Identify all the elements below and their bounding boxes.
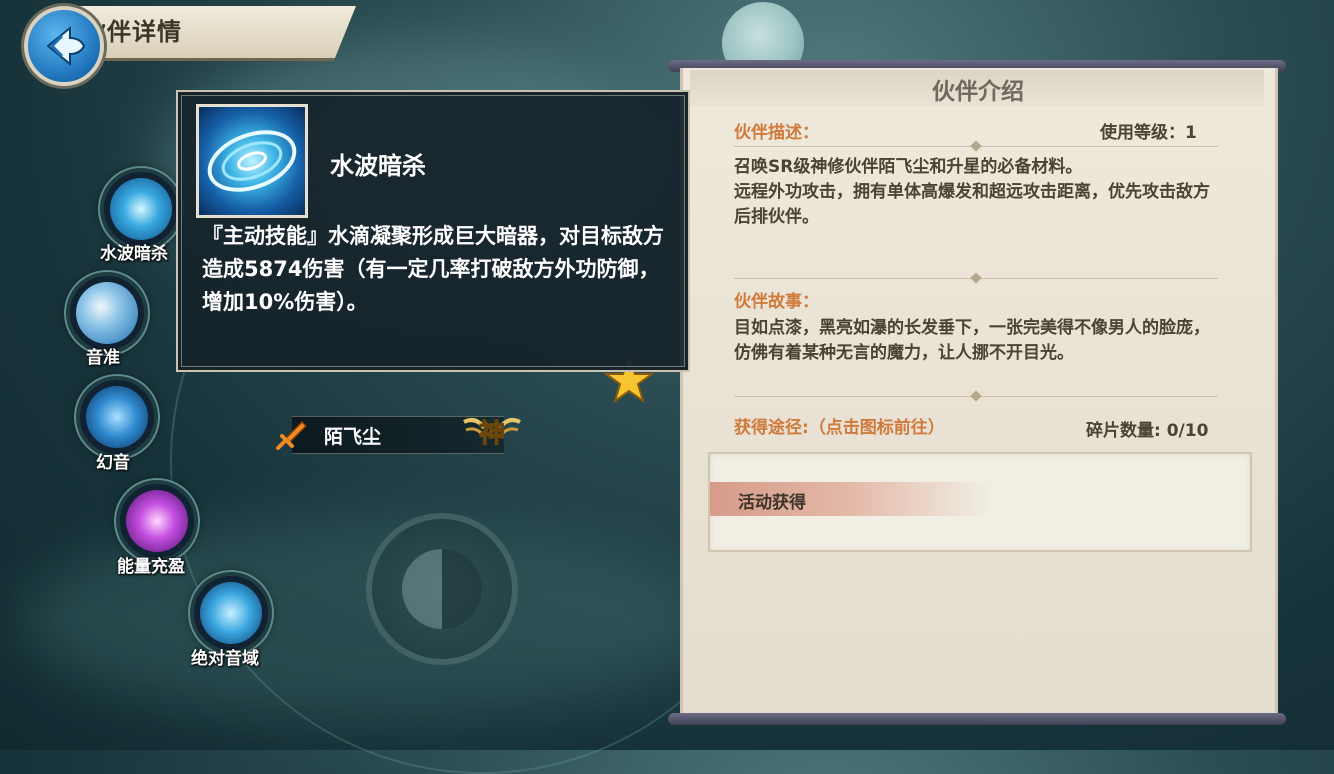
- story-text: 目如点漆，黑亮如瀑的长发垂下，一张完美得不像男人的脸庞，仿佛有着某种无言的魔力，…: [734, 318, 1210, 363]
- panel-title: 伙伴介绍: [932, 79, 1024, 105]
- fragment-count: 碎片数量: 0/10: [1086, 421, 1209, 441]
- use-level-label: 使用等级：1: [1100, 123, 1197, 143]
- scroll-rod-bottom: [668, 713, 1286, 725]
- divider: [734, 272, 1218, 284]
- skill-energy[interactable]: [116, 480, 198, 562]
- skill-label-phantom: 幻音: [96, 453, 130, 473]
- character-name: 陌飞尘: [324, 426, 382, 448]
- skill-sound-domain[interactable]: [190, 572, 272, 654]
- tooltip-skill-description: 『主动技能』水滴凝聚形成巨大暗器，对目标敌方造成5874伤害（有一定几率打破敌方…: [202, 224, 664, 314]
- god-badge-text: 神: [479, 419, 505, 449]
- tooltip-skill-name: 水波暗杀: [330, 152, 426, 180]
- divider: [734, 140, 1218, 152]
- phantom-skill-icon: [86, 386, 148, 448]
- blade-skill-icon: [76, 282, 138, 344]
- sword-icon: [276, 420, 308, 450]
- back-arrow-icon: [46, 25, 86, 67]
- story-section-label: 伙伴故事：: [734, 292, 819, 312]
- skill-phantom[interactable]: [76, 376, 158, 458]
- water-wave-skill-icon: [110, 178, 172, 240]
- yinyang-emblem: [366, 513, 518, 665]
- desc-text-line2: 远程外功攻击，拥有单体高爆发和超远攻击距离，优先攻击敌方后排伙伴。: [734, 182, 1210, 227]
- water-wave-skill-icon-large: [196, 104, 308, 218]
- swirl-icon: [207, 130, 297, 192]
- source-item-label: 活动获得: [738, 493, 806, 513]
- desc-section-label: 伙伴描述：: [734, 123, 819, 143]
- god-rank-badge: 神: [463, 418, 521, 450]
- divider: [734, 390, 1218, 402]
- skill-label-pitch: 音准: [86, 348, 120, 368]
- skill-tooltip: 水波暗杀 『主动技能』水滴凝聚形成巨大暗器，对目标敌方造成5874伤害（有一定几…: [176, 90, 690, 372]
- skill-label-sound-domain: 绝对音域: [191, 649, 259, 669]
- desc-text-line1: 召唤SR级神修伙伴陌飞尘和升星的必备材料。: [734, 157, 1083, 177]
- sound-domain-skill-icon: [200, 582, 262, 644]
- source-section-label: 获得途径:（点击图标前往）: [734, 418, 945, 438]
- skill-water-wave[interactable]: [100, 168, 182, 250]
- skill-label-water-wave: 水波暗杀: [100, 244, 168, 264]
- skill-label-energy: 能量充盈: [117, 557, 185, 577]
- back-button[interactable]: [24, 6, 104, 86]
- skill-pitch[interactable]: [66, 272, 148, 354]
- energy-crystal-skill-icon: [126, 490, 188, 552]
